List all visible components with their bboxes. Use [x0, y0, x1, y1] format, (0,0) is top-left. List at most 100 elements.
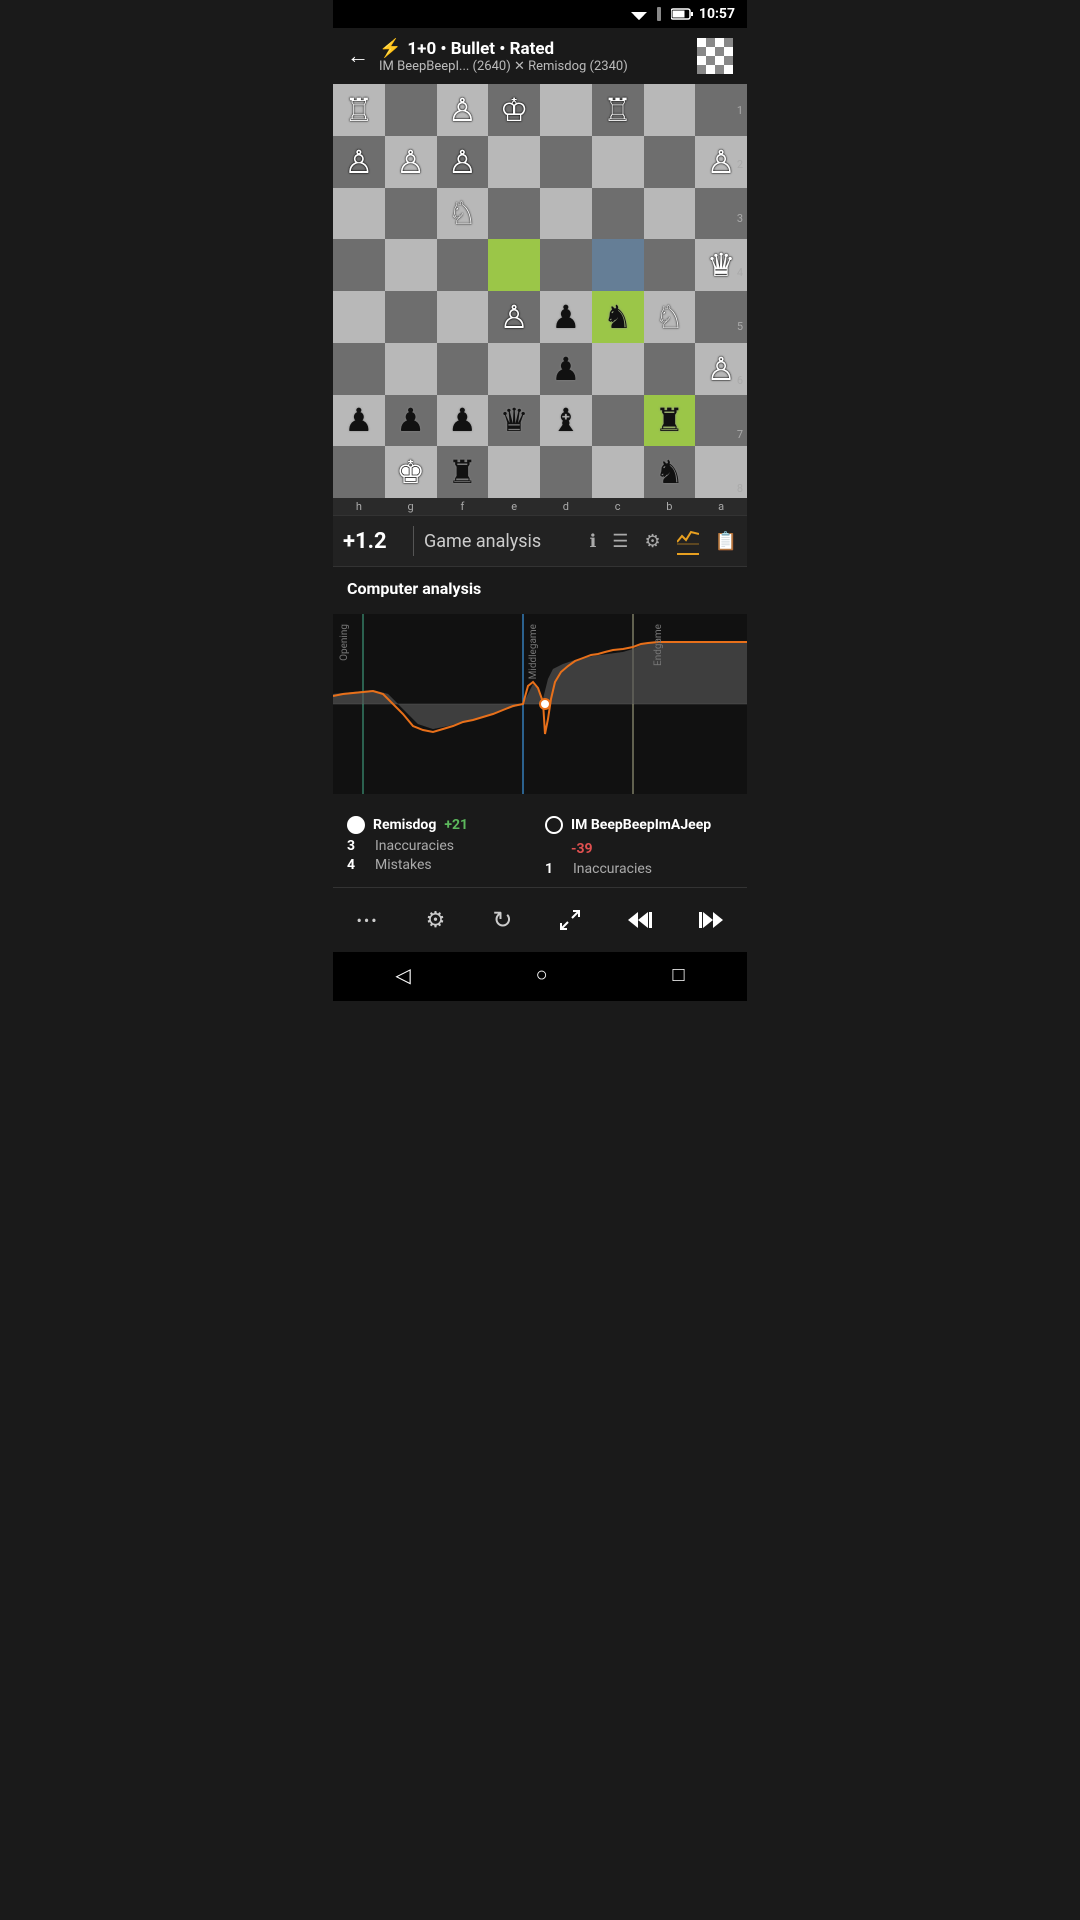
board-cell-c7[interactable]: [592, 395, 644, 447]
player-black-name-row: IM BeepBeepImAJeep: [545, 816, 733, 834]
list-icon[interactable]: ☰: [612, 531, 628, 552]
board-cell-d4[interactable]: [540, 239, 592, 291]
board-cell-d1[interactable]: [540, 84, 592, 136]
more-button[interactable]: •••: [350, 905, 384, 936]
prev-button[interactable]: [622, 904, 658, 936]
back-button[interactable]: ←: [347, 43, 369, 69]
white-mistakes-label: Mistakes: [375, 857, 432, 873]
eval-score: +1.2: [343, 529, 403, 554]
chart-icon[interactable]: [677, 528, 699, 555]
home-nav-button[interactable]: ○: [536, 962, 548, 987]
board-cell-c1[interactable]: ♖: [592, 84, 644, 136]
board-cell-g4[interactable]: [385, 239, 437, 291]
board-cell-e3[interactable]: [488, 188, 540, 240]
analysis-section: Computer analysis: [333, 567, 747, 614]
board-cell-f5[interactable]: [437, 291, 489, 343]
black-inaccuracies-row: 1 Inaccuracies: [545, 861, 733, 877]
board-cell-g5[interactable]: [385, 291, 437, 343]
black-player-dot: [545, 816, 563, 834]
book-icon[interactable]: 📋: [715, 531, 737, 552]
board-cell-g1[interactable]: [385, 84, 437, 136]
board-cell-h6[interactable]: [333, 343, 385, 395]
gear-analysis-icon[interactable]: ⚙: [644, 531, 660, 552]
piece-d5: ♟: [552, 301, 581, 333]
board-cell-f6[interactable]: [437, 343, 489, 395]
board-cell-g7[interactable]: ♟: [385, 395, 437, 447]
piece-c1: ♖: [603, 94, 632, 126]
board-cell-b7[interactable]: ♜: [644, 395, 696, 447]
board-cell-h5[interactable]: [333, 291, 385, 343]
board-cell-d8[interactable]: [540, 446, 592, 498]
settings-button[interactable]: ⚙: [420, 902, 452, 939]
board-cell-b3[interactable]: [644, 188, 696, 240]
piece-f1: ♙: [448, 94, 477, 126]
board-cell-d6[interactable]: ♟: [540, 343, 592, 395]
white-mistakes-row: 4 Mistakes: [347, 857, 535, 873]
board-cell-h8[interactable]: [333, 446, 385, 498]
board-cell-c3[interactable]: [592, 188, 644, 240]
board-cell-h2[interactable]: ♙: [333, 136, 385, 188]
black-inaccuracies-label: Inaccuracies: [573, 861, 652, 877]
board-cell-f8[interactable]: ♜: [437, 446, 489, 498]
board-cell-f3[interactable]: ♘: [437, 188, 489, 240]
board-cell-e2[interactable]: [488, 136, 540, 188]
board-cell-f1[interactable]: ♙: [437, 84, 489, 136]
back-nav-button[interactable]: ◁: [395, 963, 410, 987]
analysis-chart[interactable]: Opening Middlegame Endgame: [333, 614, 747, 794]
piece-b7: ♜: [655, 404, 684, 436]
white-mistakes-count: 4: [347, 857, 367, 873]
board-cell-h7[interactable]: ♟: [333, 395, 385, 447]
header-info: ⚡ 1+0 • Bullet • Rated IM BeepBeepI... (…: [379, 38, 628, 74]
board-cell-h1[interactable]: ♖: [333, 84, 385, 136]
board-cell-c6[interactable]: [592, 343, 644, 395]
board-cell-c5[interactable]: ♞: [592, 291, 644, 343]
board-cell-e4[interactable]: [488, 239, 540, 291]
info-icon[interactable]: ℹ: [589, 531, 596, 552]
prev-icon: [628, 910, 652, 930]
board-cell-h3[interactable]: [333, 188, 385, 240]
board-cell-g6[interactable]: [385, 343, 437, 395]
board-cell-d2[interactable]: [540, 136, 592, 188]
recents-nav-button[interactable]: □: [672, 962, 684, 987]
board-cell-c4[interactable]: [592, 239, 644, 291]
white-inaccuracies-row: 3 Inaccuracies: [347, 838, 535, 854]
board-cell-c8[interactable]: [592, 446, 644, 498]
board-cell-b2[interactable]: [644, 136, 696, 188]
board-thumbnail-icon[interactable]: [697, 38, 733, 74]
fullscreen-button[interactable]: [553, 903, 587, 937]
bolt-icon: ⚡: [379, 38, 401, 59]
board-cell-d7[interactable]: ♝: [540, 395, 592, 447]
piece-e1: ♔: [500, 94, 529, 126]
chess-board-container[interactable]: 1 2 3 4 5 6 7 8 ♖♙♔♖♙♙♙♙♘♛♙♟♞♘♟♙♟♟♟♛♝♜♚♜…: [333, 84, 747, 515]
piece-a4: ♛: [707, 249, 736, 281]
board-cell-g3[interactable]: [385, 188, 437, 240]
chess-board[interactable]: ♖♙♔♖♙♙♙♙♘♛♙♟♞♘♟♙♟♟♟♛♝♜♚♜♞: [333, 84, 747, 498]
board-cell-b5[interactable]: ♘: [644, 291, 696, 343]
board-cell-e6[interactable]: [488, 343, 540, 395]
board-cell-e5[interactable]: ♙: [488, 291, 540, 343]
board-cell-f2[interactable]: ♙: [437, 136, 489, 188]
board-cell-g2[interactable]: ♙: [385, 136, 437, 188]
analysis-icons: ℹ ☰ ⚙ 📋: [589, 528, 737, 555]
board-cell-b1[interactable]: [644, 84, 696, 136]
board-cell-e1[interactable]: ♔: [488, 84, 540, 136]
board-cell-d3[interactable]: [540, 188, 592, 240]
next-button[interactable]: [693, 904, 729, 936]
white-player-score: +21: [444, 817, 468, 833]
board-cell-g8[interactable]: ♚: [385, 446, 437, 498]
board-cell-b4[interactable]: [644, 239, 696, 291]
board-cell-c2[interactable]: [592, 136, 644, 188]
board-cell-e7[interactable]: ♛: [488, 395, 540, 447]
white-inaccuracies-count: 3: [347, 838, 367, 854]
board-cell-e8[interactable]: [488, 446, 540, 498]
player-white-stat: Remisdog +21 3 Inaccuracies 4 Mistakes: [347, 816, 535, 877]
board-cell-b6[interactable]: [644, 343, 696, 395]
piece-h1: ♖: [345, 94, 374, 126]
board-cell-d5[interactable]: ♟: [540, 291, 592, 343]
player-white-name-row: Remisdog +21: [347, 816, 535, 834]
board-cell-f4[interactable]: [437, 239, 489, 291]
board-cell-f7[interactable]: ♟: [437, 395, 489, 447]
board-cell-b8[interactable]: ♞: [644, 446, 696, 498]
flip-button[interactable]: ↻: [486, 900, 518, 940]
board-cell-h4[interactable]: [333, 239, 385, 291]
